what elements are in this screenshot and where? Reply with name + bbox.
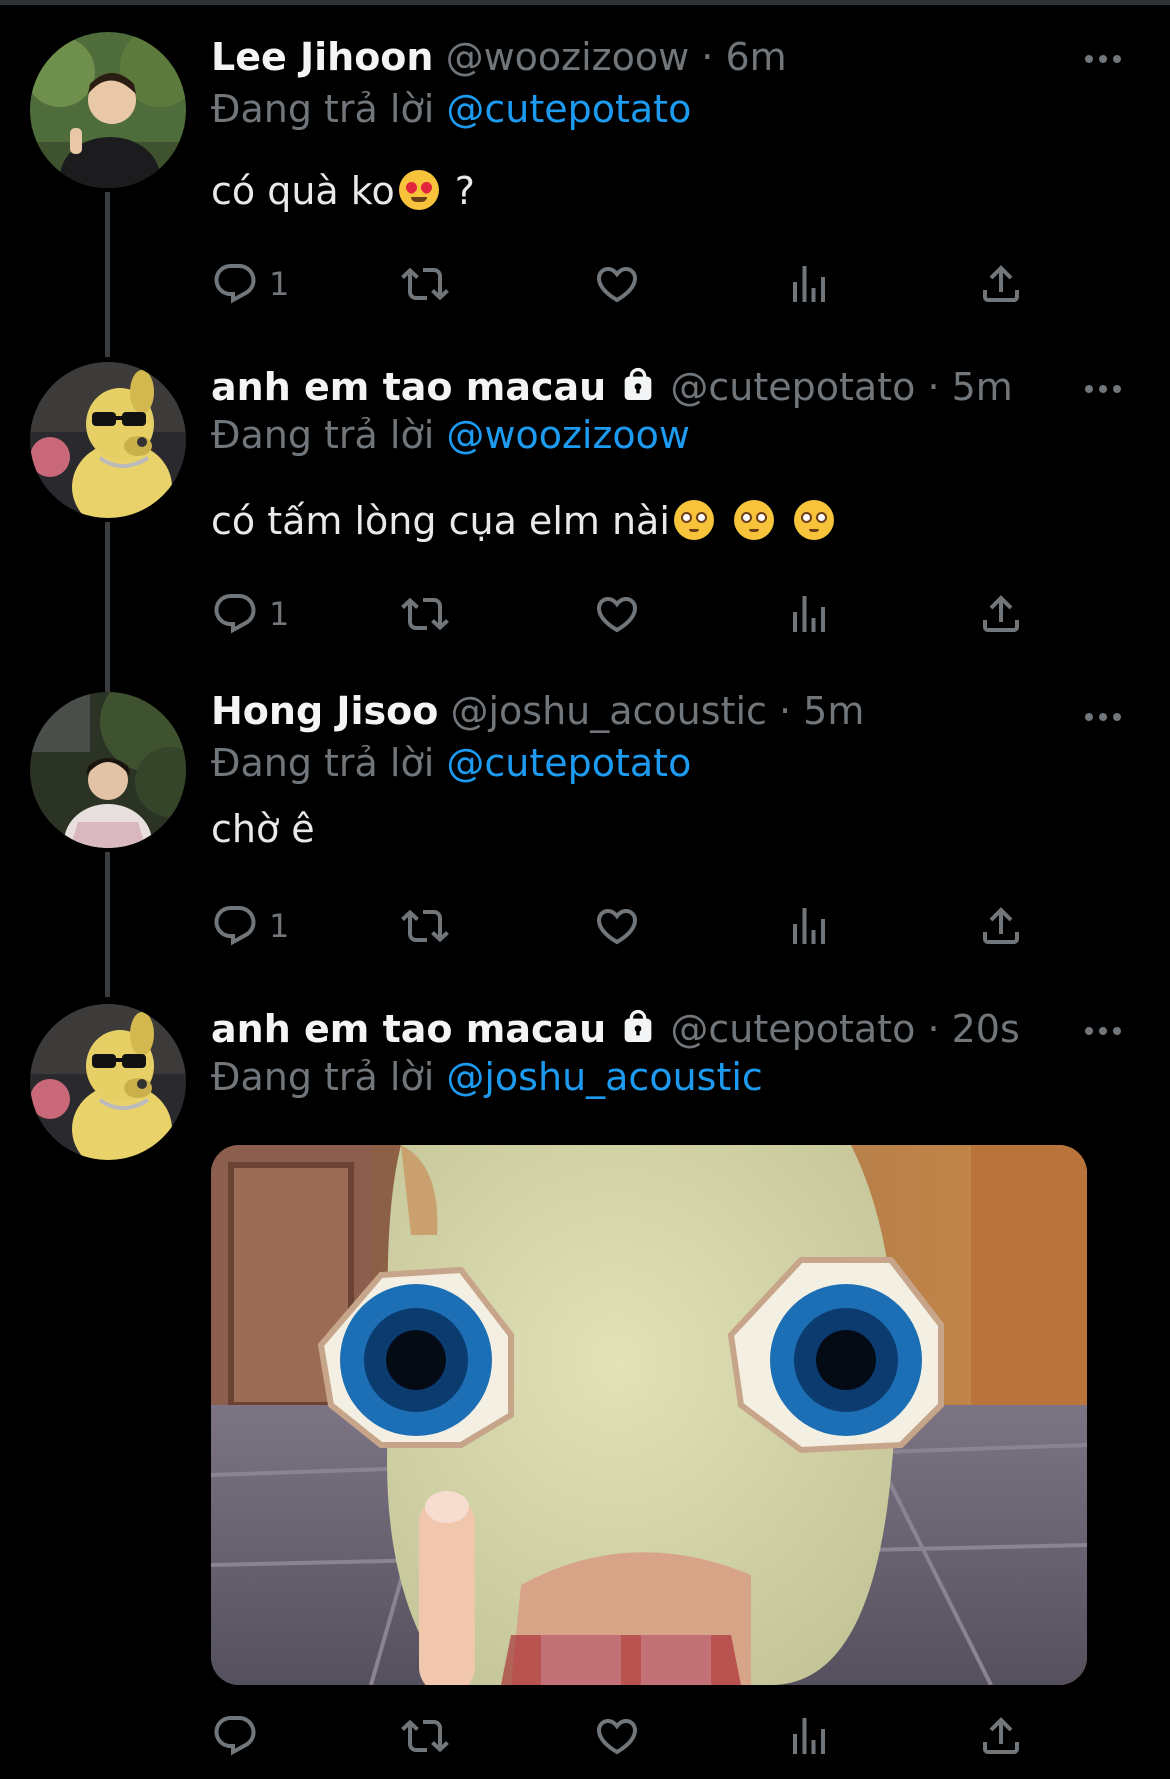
lock-icon [624,367,652,400]
handle[interactable]: @cutepotato [670,365,915,409]
analytics-icon [785,1712,833,1760]
pleading-face-emoji-icon [734,500,774,540]
reply-count: 1 [269,595,290,633]
replying-to: Đang trả lời @cutepotato [211,84,691,134]
avatar-cutepotato[interactable] [30,362,186,518]
reply-mention[interactable]: @cutepotato [446,741,691,785]
tweet-actions: 1 [211,254,1041,314]
reply-mention[interactable]: @woozizoow [446,413,690,457]
replying-to: Đang trả lời @joshu_acoustic [211,1052,763,1102]
timestamp[interactable]: · 20s [927,1007,1019,1051]
reply-prefix: Đang trả lời [211,87,435,131]
share-button[interactable] [977,1706,1025,1766]
tweet-text: có quà ko ? [211,166,475,216]
like-button[interactable] [593,584,641,644]
reply-icon [211,590,259,638]
heart-icon [593,902,641,950]
analytics-button[interactable] [785,254,833,314]
reply-icon [211,902,259,950]
reply-button[interactable] [211,1706,259,1766]
avatar-cutepotato[interactable] [30,1004,186,1160]
avatar-hong-jisoo[interactable] [30,692,186,848]
retweet-icon [401,590,449,638]
analytics-button[interactable] [785,896,833,956]
retweet-button[interactable] [401,254,449,314]
share-icon [977,590,1025,638]
display-name[interactable]: anh em tao macau [211,1007,606,1051]
analytics-icon [785,590,833,638]
retweet-icon [401,1712,449,1760]
share-button[interactable] [977,584,1025,644]
reply-mention[interactable]: @joshu_acoustic [446,1055,762,1099]
reply-prefix: Đang trả lời [211,741,435,785]
thread-line [105,192,110,357]
replying-to: Đang trả lời @woozizoow [211,410,690,460]
share-icon [977,1712,1025,1760]
tweet-text-body: có tấm lòng cụa elm nài [211,499,670,543]
display-name[interactable]: Lee Jihoon [211,35,433,79]
like-button[interactable] [593,254,641,314]
analytics-button[interactable] [785,1706,833,1766]
retweet-button[interactable] [401,1706,449,1766]
retweet-button[interactable] [401,896,449,956]
reply-prefix: Đang trả lời [211,413,435,457]
analytics-icon [785,260,833,308]
timestamp[interactable]: · 5m [927,365,1012,409]
tweet-text: chờ ê [211,807,315,851]
tweet-text-tail: ? [442,169,475,213]
handle[interactable]: @woozizoow [446,35,690,79]
reply-count: 1 [269,907,290,945]
reply-button[interactable]: 1 [211,584,289,644]
thread-line [105,852,110,997]
reply-button[interactable]: 1 [211,254,289,314]
reply-prefix: Đang trả lời [211,1055,435,1099]
more-icon[interactable] [1085,48,1129,68]
more-icon[interactable] [1085,378,1129,398]
analytics-button[interactable] [785,584,833,644]
tweet-actions [211,1706,1041,1766]
retweet-icon [401,902,449,950]
analytics-icon [785,902,833,950]
tweet-text: có tấm lòng cụa elm nài [211,496,838,546]
top-divider [0,0,1170,5]
reply-mention[interactable]: @cutepotato [446,87,691,131]
heart-icon [593,590,641,638]
pleading-face-emoji-icon [673,500,714,540]
retweet-button[interactable] [401,584,449,644]
like-button[interactable] [593,896,641,956]
share-button[interactable] [977,896,1025,956]
timestamp[interactable]: · 5m [779,689,864,733]
tweet-text-body: có quà ko [211,169,395,213]
lock-icon [624,1009,652,1042]
retweet-icon [401,260,449,308]
replying-to: Đang trả lời @cutepotato [211,738,691,788]
timestamp[interactable]: · 6m [701,35,786,79]
heart-icon [593,1712,641,1760]
handle[interactable]: @cutepotato [670,1007,915,1051]
tweet-actions: 1 [211,896,1041,956]
tweet-actions: 1 [211,584,1041,644]
thread-line [105,522,110,692]
display-name[interactable]: anh em tao macau [211,365,606,409]
share-icon [977,260,1025,308]
share-button[interactable] [977,254,1025,314]
more-icon[interactable] [1085,706,1129,726]
handle[interactable]: @joshu_acoustic [450,689,766,733]
reply-count: 1 [269,265,290,303]
like-button[interactable] [593,1706,641,1766]
avatar-lee-jihoon[interactable] [30,32,186,188]
display-name[interactable]: Hong Jisoo [211,689,438,733]
pleading-face-emoji-icon [794,500,835,540]
reply-icon [211,1712,259,1760]
heart-icon [593,260,641,308]
heart-eyes-emoji-icon [398,170,439,210]
reply-button[interactable]: 1 [211,896,289,956]
reply-icon [211,260,259,308]
tweet-media-image[interactable] [211,1145,1087,1685]
more-icon[interactable] [1085,1020,1129,1040]
share-icon [977,902,1025,950]
